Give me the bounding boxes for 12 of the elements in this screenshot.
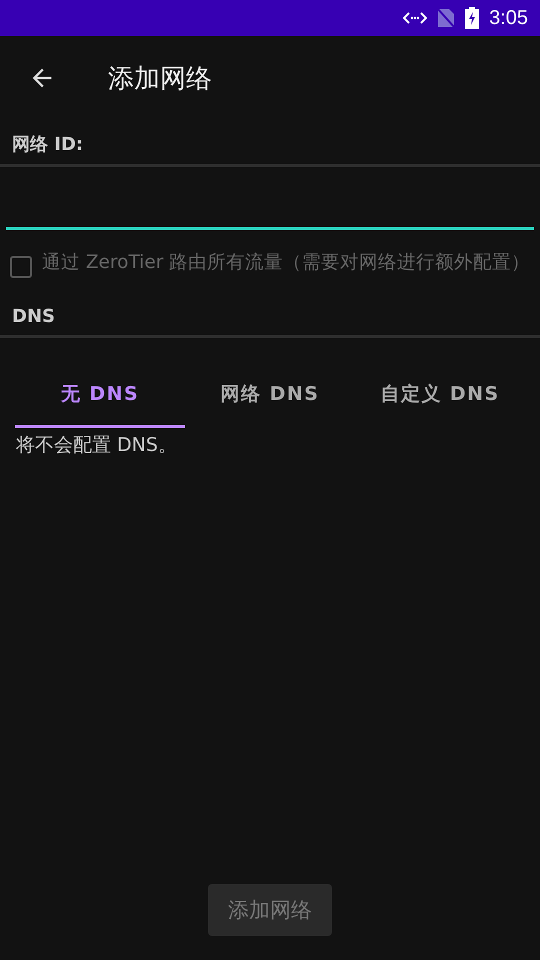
dns-label: DNS <box>11 305 56 329</box>
dns-tab[interactable]: 网络 DNS <box>185 362 355 428</box>
dns-tab[interactable]: 无 DNS <box>15 362 185 428</box>
network-id-label: 网络 ID: <box>11 133 84 157</box>
no-sim-icon <box>437 8 456 28</box>
status-time: 3:05 <box>489 6 528 30</box>
data-transfer-icon <box>403 10 428 26</box>
dns-tab[interactable]: 自定义 DNS <box>355 362 525 428</box>
battery-charging-icon <box>465 7 480 29</box>
screen-title: 添加网络 <box>108 62 212 96</box>
checkbox-label: 通过 ZeroTier 路由所有流量（需要对网络进行额外配置） <box>42 252 530 274</box>
dns-description: 将不会配置 DNS。 <box>15 433 178 458</box>
